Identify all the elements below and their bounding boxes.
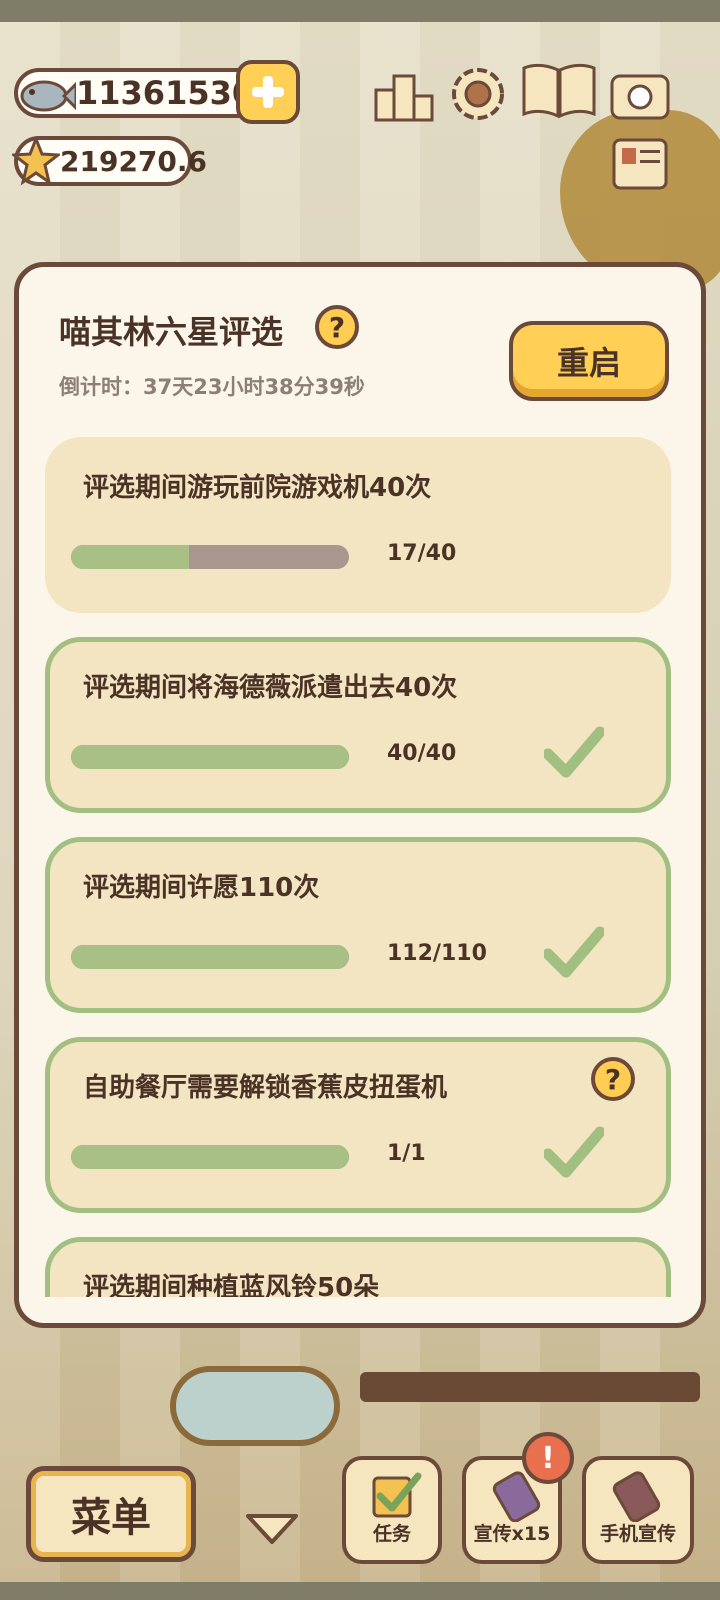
check-icon <box>544 926 604 978</box>
progress-text: 17/40 <box>387 541 457 566</box>
phone-promo-button[interactable]: 手机宣传 <box>582 1456 694 1564</box>
restart-button[interactable]: 重启 <box>509 321 669 401</box>
task-list[interactable]: 评选期间游玩前院游戏机40次 17/40 评选期间将海德薇派遣出去40次 40/… <box>43 437 673 1297</box>
progress-text: 1/1 <box>387 1141 426 1166</box>
fish-icon <box>20 80 76 112</box>
task-text: 评选期间许愿110次 <box>83 873 320 903</box>
progress-fill <box>71 745 349 769</box>
check-icon <box>544 1126 604 1178</box>
task-text: 评选期间游玩前院游戏机40次 <box>83 473 432 503</box>
progress-fill <box>71 1145 349 1169</box>
progress-fill <box>71 945 349 969</box>
modal-title: 喵其林六星评选 <box>59 313 284 351</box>
task-card: 评选期间将海德薇派遣出去40次 40/40 <box>45 637 671 813</box>
book-icon[interactable] <box>520 58 598 122</box>
notice-board-icon[interactable] <box>608 134 672 198</box>
tasks-button[interactable]: 任务 <box>342 1456 442 1564</box>
gear-icon[interactable] <box>446 62 510 126</box>
camera-icon[interactable] <box>608 62 672 126</box>
countdown-text: 倒计时：37天23小时38分39秒 <box>59 375 365 399</box>
task-text: 评选期间种植蓝风铃50朵 <box>83 1273 380 1297</box>
bottom-band <box>0 1582 720 1600</box>
star-amount: 219270.6 <box>60 144 208 178</box>
add-currency-button[interactable] <box>236 60 300 124</box>
task-text: 评选期间将海德薇派遣出去40次 <box>83 673 458 703</box>
task-card: 评选期间许愿110次 112/110 <box>45 837 671 1013</box>
ranking-icon[interactable] <box>372 64 436 128</box>
fish-amount: 11361530 <box>76 74 255 112</box>
progress-text: 40/40 <box>387 741 457 766</box>
ranking-modal: 喵其林六星评选 ? 倒计时：37天23小时38分39秒 重启 评选期间游玩前院游… <box>14 262 706 1328</box>
check-icon <box>544 726 604 778</box>
task-card: 评选期间种植蓝风铃50朵 <box>45 1237 671 1297</box>
progress-text: 112/110 <box>387 941 487 966</box>
progress-fill <box>71 545 190 569</box>
phone-icon <box>612 1471 661 1522</box>
help-icon[interactable]: ? <box>315 305 359 349</box>
task-card: 评选期间游玩前院游戏机40次 17/40 <box>45 437 671 613</box>
rug-decoration <box>170 1366 340 1446</box>
alert-badge: ! <box>522 1432 574 1484</box>
phone-promo-label: 手机宣传 <box>599 1523 676 1545</box>
task-text: 自助餐厅需要解锁香蕉皮扭蛋机 <box>83 1073 448 1103</box>
menu-button[interactable]: 菜单 <box>26 1466 196 1562</box>
tasks-label: 任务 <box>372 1523 411 1545</box>
shelf-decoration <box>360 1372 700 1402</box>
chevron-down-icon[interactable] <box>242 1510 302 1546</box>
task-card: 自助餐厅需要解锁香蕉皮扭蛋机 ? 1/1 <box>45 1037 671 1213</box>
star-icon <box>12 136 60 186</box>
top-band <box>0 0 720 22</box>
star-currency-bar: 219270.6 <box>12 136 207 186</box>
progress-bar <box>71 745 349 769</box>
progress-bar <box>71 1145 349 1169</box>
promo-label: 宣传x15 <box>473 1523 551 1545</box>
checklist-icon <box>372 1472 422 1518</box>
help-icon[interactable]: ? <box>591 1057 635 1101</box>
progress-bar <box>71 545 349 569</box>
plus-icon <box>252 76 284 108</box>
progress-bar <box>71 945 349 969</box>
